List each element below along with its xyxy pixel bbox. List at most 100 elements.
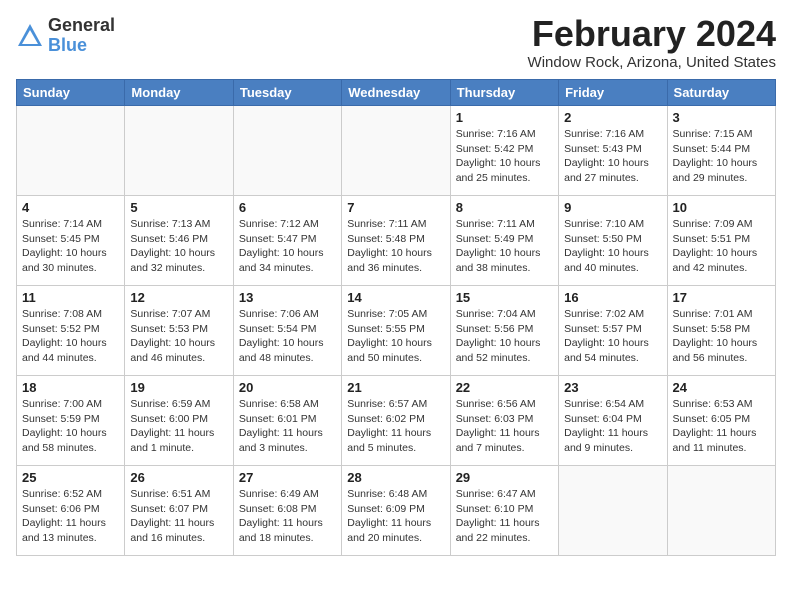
day-info: Sunrise: 6:53 AM Sunset: 6:05 PM Dayligh… (673, 397, 770, 456)
day-info: Sunrise: 6:54 AM Sunset: 6:04 PM Dayligh… (564, 397, 661, 456)
day-number: 2 (564, 110, 661, 125)
day-info: Sunrise: 7:11 AM Sunset: 5:48 PM Dayligh… (347, 217, 444, 276)
calendar-table: SundayMondayTuesdayWednesdayThursdayFrid… (16, 79, 776, 556)
day-info: Sunrise: 7:10 AM Sunset: 5:50 PM Dayligh… (564, 217, 661, 276)
weekday-header-row: SundayMondayTuesdayWednesdayThursdayFrid… (17, 80, 776, 106)
day-info: Sunrise: 6:57 AM Sunset: 6:02 PM Dayligh… (347, 397, 444, 456)
day-number: 12 (130, 290, 227, 305)
page-header: General Blue February 2024 Window Rock, … (16, 16, 776, 71)
day-number: 6 (239, 200, 336, 215)
day-info: Sunrise: 7:16 AM Sunset: 5:43 PM Dayligh… (564, 127, 661, 186)
calendar-cell: 27 Sunrise: 6:49 AM Sunset: 6:08 PM Dayli… (233, 466, 341, 556)
calendar-cell: 18 Sunrise: 7:00 AM Sunset: 5:59 PM Dayli… (17, 376, 125, 466)
day-number: 26 (130, 470, 227, 485)
day-number: 24 (673, 380, 770, 395)
calendar-cell: 2 Sunrise: 7:16 AM Sunset: 5:43 PM Daylig… (559, 106, 667, 196)
day-number: 5 (130, 200, 227, 215)
calendar-cell: 1Sunrise: 7:16 AM Sunset: 5:42 PM Daylig… (450, 106, 558, 196)
day-number: 23 (564, 380, 661, 395)
day-info: Sunrise: 6:58 AM Sunset: 6:01 PM Dayligh… (239, 397, 336, 456)
logo: General Blue (16, 16, 115, 56)
day-number: 11 (22, 290, 119, 305)
calendar-cell: 17 Sunrise: 7:01 AM Sunset: 5:58 PM Dayli… (667, 286, 775, 376)
month-title: February 2024 (528, 16, 776, 52)
weekday-header-wednesday: Wednesday (342, 80, 450, 106)
day-info: Sunrise: 7:01 AM Sunset: 5:58 PM Dayligh… (673, 307, 770, 366)
calendar-cell (125, 106, 233, 196)
day-number: 15 (456, 290, 553, 305)
calendar-cell (342, 106, 450, 196)
day-number: 16 (564, 290, 661, 305)
calendar-cell: 28 Sunrise: 6:48 AM Sunset: 6:09 PM Dayli… (342, 466, 450, 556)
day-number: 27 (239, 470, 336, 485)
calendar-cell: 9 Sunrise: 7:10 AM Sunset: 5:50 PM Daylig… (559, 196, 667, 286)
weekday-header-thursday: Thursday (450, 80, 558, 106)
logo-blue: Blue (48, 35, 87, 55)
calendar-cell: 3 Sunrise: 7:15 AM Sunset: 5:44 PM Daylig… (667, 106, 775, 196)
day-number: 4 (22, 200, 119, 215)
day-number: 20 (239, 380, 336, 395)
calendar-cell: 21 Sunrise: 6:57 AM Sunset: 6:02 PM Dayli… (342, 376, 450, 466)
day-info: Sunrise: 7:14 AM Sunset: 5:45 PM Dayligh… (22, 217, 119, 276)
calendar-cell: 13 Sunrise: 7:06 AM Sunset: 5:54 PM Dayli… (233, 286, 341, 376)
calendar-cell (17, 106, 125, 196)
day-number: 7 (347, 200, 444, 215)
day-info: Sunrise: 7:07 AM Sunset: 5:53 PM Dayligh… (130, 307, 227, 366)
day-info: Sunrise: 6:59 AM Sunset: 6:00 PM Dayligh… (130, 397, 227, 456)
day-info: Sunrise: 7:09 AM Sunset: 5:51 PM Dayligh… (673, 217, 770, 276)
calendar-cell: 22Sunrise: 6:56 AM Sunset: 6:03 PM Dayli… (450, 376, 558, 466)
day-info: Sunrise: 7:16 AM Sunset: 5:42 PM Dayligh… (456, 127, 553, 186)
calendar-cell: 5 Sunrise: 7:13 AM Sunset: 5:46 PM Daylig… (125, 196, 233, 286)
day-info: Sunrise: 7:00 AM Sunset: 5:59 PM Dayligh… (22, 397, 119, 456)
day-number: 9 (564, 200, 661, 215)
day-info: Sunrise: 6:47 AM Sunset: 6:10 PM Dayligh… (456, 487, 553, 546)
calendar-cell: 8 Sunrise: 7:11 AM Sunset: 5:49 PM Daylig… (450, 196, 558, 286)
day-info: Sunrise: 6:49 AM Sunset: 6:08 PM Dayligh… (239, 487, 336, 546)
day-info: Sunrise: 6:48 AM Sunset: 6:09 PM Dayligh… (347, 487, 444, 546)
calendar-cell (233, 106, 341, 196)
calendar-cell: 23 Sunrise: 6:54 AM Sunset: 6:04 PM Dayli… (559, 376, 667, 466)
calendar-cell: 24 Sunrise: 6:53 AM Sunset: 6:05 PM Dayli… (667, 376, 775, 466)
logo-icon (16, 22, 44, 50)
calendar-cell: 7 Sunrise: 7:11 AM Sunset: 5:48 PM Daylig… (342, 196, 450, 286)
calendar-cell: 29 Sunrise: 6:47 AM Sunset: 6:10 PM Dayli… (450, 466, 558, 556)
calendar-week-row: 11 Sunrise: 7:08 AM Sunset: 5:52 PM Dayli… (17, 286, 776, 376)
calendar-cell: 19 Sunrise: 6:59 AM Sunset: 6:00 PM Dayli… (125, 376, 233, 466)
calendar-cell: 20 Sunrise: 6:58 AM Sunset: 6:01 PM Dayli… (233, 376, 341, 466)
calendar-week-row: 25Sunrise: 6:52 AM Sunset: 6:06 PM Dayli… (17, 466, 776, 556)
day-info: Sunrise: 7:15 AM Sunset: 5:44 PM Dayligh… (673, 127, 770, 186)
day-number: 14 (347, 290, 444, 305)
day-info: Sunrise: 7:08 AM Sunset: 5:52 PM Dayligh… (22, 307, 119, 366)
day-info: Sunrise: 7:05 AM Sunset: 5:55 PM Dayligh… (347, 307, 444, 366)
day-info: Sunrise: 7:12 AM Sunset: 5:47 PM Dayligh… (239, 217, 336, 276)
day-number: 3 (673, 110, 770, 125)
day-info: Sunrise: 7:06 AM Sunset: 5:54 PM Dayligh… (239, 307, 336, 366)
day-number: 8 (456, 200, 553, 215)
day-info: Sunrise: 7:13 AM Sunset: 5:46 PM Dayligh… (130, 217, 227, 276)
weekday-header-saturday: Saturday (667, 80, 775, 106)
calendar-cell (667, 466, 775, 556)
day-number: 18 (22, 380, 119, 395)
day-number: 25 (22, 470, 119, 485)
day-number: 28 (347, 470, 444, 485)
logo-general: General (48, 15, 115, 35)
calendar-cell: 16Sunrise: 7:02 AM Sunset: 5:57 PM Dayli… (559, 286, 667, 376)
weekday-header-monday: Monday (125, 80, 233, 106)
calendar-cell (559, 466, 667, 556)
weekday-header-sunday: Sunday (17, 80, 125, 106)
logo-text: General Blue (48, 16, 115, 56)
calendar-cell: 4 Sunrise: 7:14 AM Sunset: 5:45 PM Daylig… (17, 196, 125, 286)
day-info: Sunrise: 7:11 AM Sunset: 5:49 PM Dayligh… (456, 217, 553, 276)
day-info: Sunrise: 7:04 AM Sunset: 5:56 PM Dayligh… (456, 307, 553, 366)
day-info: Sunrise: 6:51 AM Sunset: 6:07 PM Dayligh… (130, 487, 227, 546)
calendar-week-row: 18 Sunrise: 7:00 AM Sunset: 5:59 PM Dayli… (17, 376, 776, 466)
day-number: 13 (239, 290, 336, 305)
weekday-header-friday: Friday (559, 80, 667, 106)
day-number: 19 (130, 380, 227, 395)
calendar-cell: 26 Sunrise: 6:51 AM Sunset: 6:07 PM Dayli… (125, 466, 233, 556)
day-number: 22 (456, 380, 553, 395)
day-number: 17 (673, 290, 770, 305)
day-number: 29 (456, 470, 553, 485)
day-number: 21 (347, 380, 444, 395)
weekday-header-tuesday: Tuesday (233, 80, 341, 106)
